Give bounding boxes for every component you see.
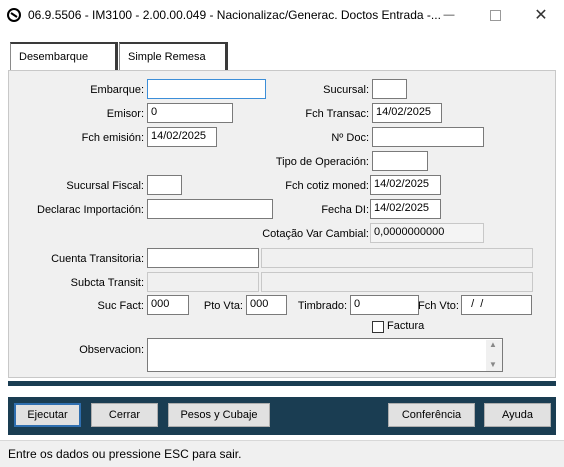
window-title: 06.9.5506 - IM3100 - 2.00.00.049 - Nacio… [28,8,441,22]
pto-vta-label: Pto Vta: [203,300,243,312]
n-doc-input[interactable] [372,127,484,147]
fch-transac-input[interactable]: 14/02/2025 [372,103,442,123]
close-icon: ✕ [534,7,548,24]
cotacao-var-cambial-field: 0,0000000000 [370,223,484,243]
fch-transac-label: Fch Transac: [305,108,369,120]
observacion-scrollbar[interactable]: ▲ ▼ [486,340,502,371]
timbrado-input[interactable]: 0 [350,295,419,315]
subcta-transit-input [147,272,259,292]
factura-checkbox[interactable] [372,321,384,333]
tab-desembarque[interactable]: Desembarque [10,42,118,70]
sucursal-fiscal-input[interactable] [147,175,182,195]
fecha-di-label: Fecha DI: [321,204,369,216]
emisor-label: Emisor: [106,108,144,120]
scroll-up-icon[interactable]: ▲ [489,340,497,349]
emisor-input[interactable]: 0 [147,103,233,123]
factura-label: Factura [387,320,425,332]
subcta-transit-label: Subcta Transit: [70,277,144,289]
title-bar: 06.9.5506 - IM3100 - 2.00.00.049 - Nacio… [0,0,564,30]
fch-cotiz-moned-input[interactable]: 14/02/2025 [370,175,441,195]
fch-cotiz-moned-label: Fch cotiz moned: [285,180,369,192]
embarque-label: Embarque: [90,84,144,96]
timbrado-label: Timbrado: [297,300,347,312]
fch-vto-input[interactable]: / / [461,295,532,315]
cuenta-transitoria-input[interactable] [147,248,259,268]
cuenta-transitoria-description [261,248,533,268]
declarac-importacion-label: Declarac Importación: [37,204,144,216]
fecha-di-input[interactable]: 14/02/2025 [370,199,441,219]
sucursal-input[interactable] [372,79,407,99]
ayuda-button[interactable]: Ayuda [484,403,551,427]
declarac-importacion-input[interactable] [147,199,273,219]
observacion-label: Observacion: [79,344,144,356]
fch-emision-label: Fch emisión: [81,132,144,144]
n-doc-label: Nº Doc: [331,132,369,144]
observacion-textarea[interactable] [147,338,503,372]
maximize-button[interactable] [472,0,518,30]
cotacao-var-cambial-label: Cotação Var Cambial: [262,228,369,240]
suc-fact-label: Suc Fact: [97,300,144,312]
embarque-input[interactable] [147,79,266,99]
cerrar-button[interactable]: Cerrar [91,403,158,427]
sucursal-fiscal-label: Sucursal Fiscal: [66,180,144,192]
tab-label: Desembarque [19,51,89,63]
app-icon [7,8,21,22]
status-text: Entre os dados ou pressione ESC para sai… [8,447,242,461]
maximize-icon [489,9,501,21]
minimize-button[interactable]: — [426,0,472,30]
pesos-cubaje-button[interactable]: Pesos y Cubaje [168,403,270,427]
tab-label: Simple Remesa [128,51,206,63]
tipo-operacion-label: Tipo de Operación: [275,156,369,168]
conferencia-button[interactable]: Conferência [388,403,475,427]
subcta-transit-description [261,272,533,292]
sucursal-label: Sucursal: [323,84,369,96]
suc-fact-input[interactable]: 000 [147,295,189,315]
fch-vto-label: Fch Vto: [418,300,459,312]
pto-vta-input[interactable]: 000 [246,295,287,315]
minimize-icon: — [443,9,455,21]
separator-bar [8,381,556,386]
tipo-operacion-input[interactable] [372,151,428,171]
close-button[interactable]: ✕ [518,0,564,30]
ejecutar-button[interactable]: Ejecutar [14,403,81,427]
cuenta-transitoria-label: Cuenta Transitoria: [51,253,144,265]
scroll-down-icon[interactable]: ▼ [489,360,497,369]
tab-simple-remesa[interactable]: Simple Remesa [119,42,228,70]
fch-emision-input[interactable]: 14/02/2025 [147,127,217,147]
